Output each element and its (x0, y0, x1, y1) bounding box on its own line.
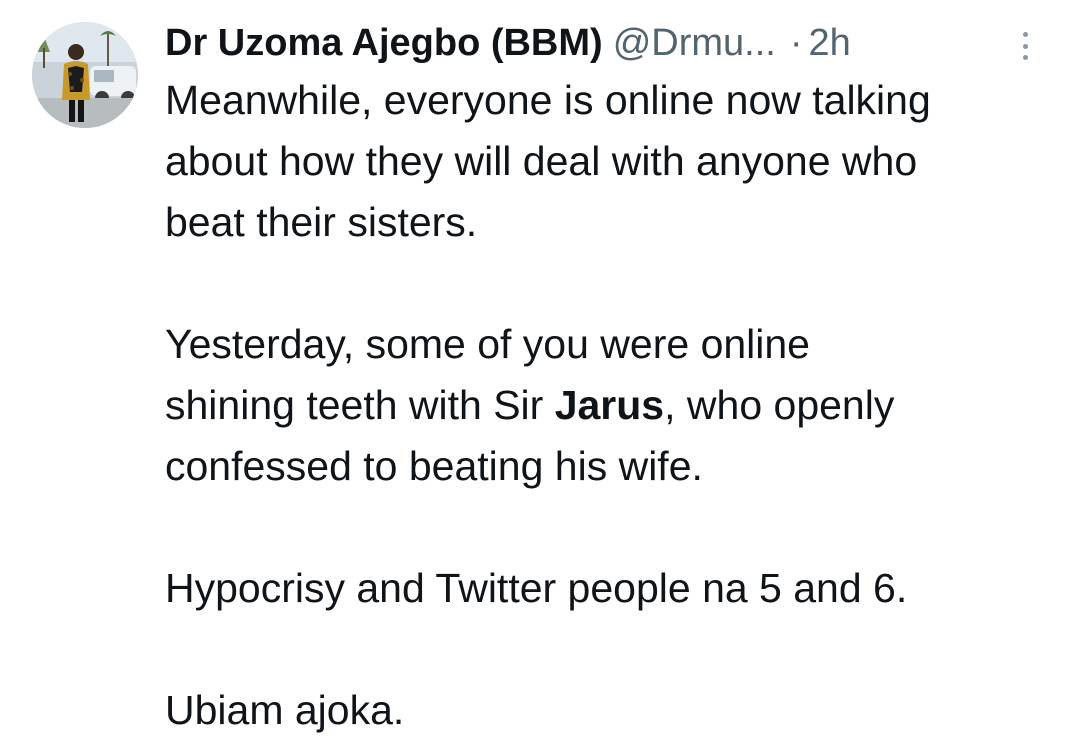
tweet-paragraph: Meanwhile, everyone is online now talkin… (165, 70, 1065, 253)
tweet-line: Meanwhile, everyone is online now talkin… (165, 77, 931, 123)
tweet-line: beat their sisters. (165, 199, 478, 245)
tweet-line: Ubiam ajoka. (165, 687, 405, 733)
vertical-ellipsis-icon (1022, 32, 1028, 37)
profile-photo-icon (32, 22, 138, 128)
tweet-line: about how they will deal with anyone who (165, 138, 918, 184)
vertical-ellipsis-icon (1022, 43, 1028, 49)
bold-name-jarus: Jarus (554, 382, 665, 428)
avatar[interactable] (32, 22, 138, 128)
header-separator: · (789, 22, 803, 64)
tweet-line: Hypocrisy and Twitter people na 5 and 6. (165, 565, 908, 611)
tweet-header: Dr Uzoma Ajegbo (BBM) @Drmu... · 2h (165, 18, 851, 68)
author-display-name[interactable]: Dr Uzoma Ajegbo (BBM) (165, 18, 603, 68)
tweet-paragraph: Ubiam ajoka. (165, 680, 1065, 741)
author-handle[interactable]: @Drmu... (613, 18, 776, 68)
tweet-text-segment: shining teeth with Sir (165, 382, 555, 428)
tweet-paragraph: Yesterday, some of you were online shini… (165, 314, 1065, 497)
tweet-timestamp[interactable]: 2h (808, 18, 850, 68)
vertical-ellipsis-icon (1022, 55, 1028, 60)
tweet-line: confessed to beating his wife. (165, 443, 703, 489)
tweet-body: Meanwhile, everyone is online now talkin… (165, 70, 1065, 741)
tweet-line: Yesterday, some of you were online (165, 321, 810, 367)
tweet-text-segment: , who openly (664, 382, 895, 428)
tweet-line: shining teeth with Sir Jarus, who openly (165, 375, 1065, 436)
tweet-paragraph: Hypocrisy and Twitter people na 5 and 6. (165, 558, 1065, 619)
more-options-button[interactable] (1010, 28, 1040, 64)
tweet[interactable]: Dr Uzoma Ajegbo (BBM) @Drmu... · 2h Mean… (0, 0, 1080, 745)
